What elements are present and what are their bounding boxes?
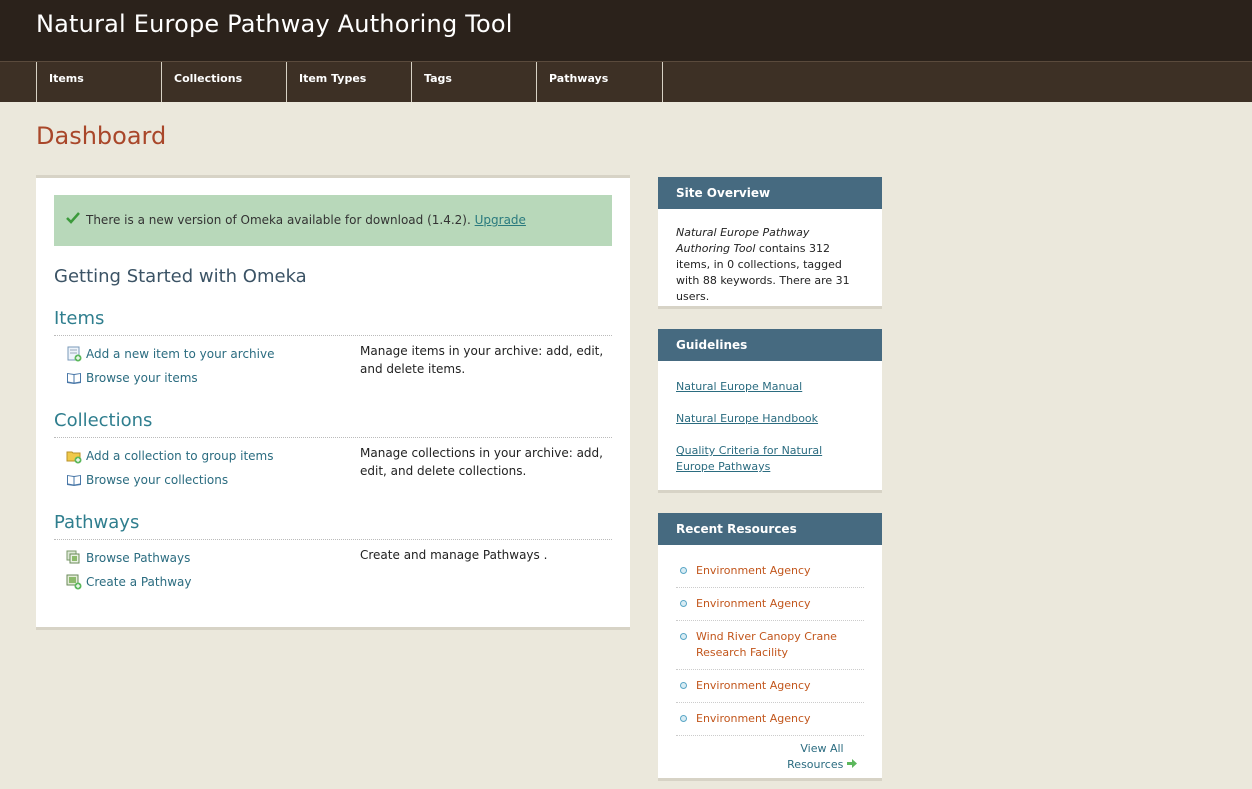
resource-link[interactable]: Environment Agency — [696, 712, 811, 725]
recent-resources-title: Recent Resources — [658, 513, 882, 545]
main-nav: Items Collections Item Types Tags Pathwa… — [0, 61, 1252, 102]
list-item: Wind River Canopy Crane Research Facilit… — [676, 621, 864, 670]
add-item-link[interactable]: Add a new item to your archive — [86, 347, 274, 361]
list-item: Environment Agency — [676, 555, 864, 588]
nav-link-item-types[interactable]: Item Types — [287, 62, 411, 85]
recent-resources-list: Environment Agency Environment Agency Wi… — [658, 555, 882, 736]
nav-link-tags[interactable]: Tags — [412, 62, 536, 85]
bullet-icon — [680, 600, 687, 607]
guideline-link-handbook[interactable]: Natural Europe Handbook — [658, 411, 882, 427]
page-title: Dashboard — [36, 122, 167, 150]
section-collections: Collections Add a collection to group it… — [54, 410, 612, 487]
browse-collections-link[interactable]: Browse your collections — [86, 473, 228, 487]
guideline-link-manual[interactable]: Natural Europe Manual — [658, 379, 882, 395]
book-icon — [66, 472, 82, 488]
bullet-icon — [680, 633, 687, 640]
collections-description: Manage collections in your archive: add,… — [360, 446, 603, 478]
nav-link-items[interactable]: Items — [37, 62, 161, 85]
create-pathway-link[interactable]: Create a Pathway — [86, 575, 192, 589]
browse-pathways-link[interactable]: Browse Pathways — [86, 551, 190, 565]
bullet-icon — [680, 715, 687, 722]
site-overview-text: Natural Europe Pathway Authoring Tool co… — [658, 209, 882, 305]
nav-item-tags[interactable]: Tags — [411, 62, 536, 102]
site-title[interactable]: Natural Europe Pathway Authoring Tool — [36, 10, 513, 38]
nav-item-pathways[interactable]: Pathways — [536, 62, 663, 102]
update-alert: There is a new version of Omeka availabl… — [54, 195, 612, 246]
resource-link[interactable]: Wind River Canopy Crane Research Facilit… — [696, 630, 837, 659]
guidelines-box: Guidelines Natural Europe Manual Natural… — [658, 329, 882, 493]
add-collection-link[interactable]: Add a collection to group items — [86, 449, 274, 463]
nav-item-collections[interactable]: Collections — [161, 62, 286, 102]
resource-link[interactable]: Environment Agency — [696, 597, 811, 610]
add-folder-icon — [66, 448, 82, 464]
pathway-add-icon — [66, 574, 82, 590]
nav-link-pathways[interactable]: Pathways — [537, 62, 662, 85]
add-item-icon — [66, 346, 82, 362]
alert-message: There is a new version of Omeka availabl… — [86, 213, 471, 227]
nav-item-item-types[interactable]: Item Types — [286, 62, 411, 102]
view-all-resources-link[interactable]: View All Resources — [782, 741, 862, 773]
resource-link[interactable]: Environment Agency — [696, 564, 811, 577]
nav-item-items[interactable]: Items — [36, 62, 161, 102]
guidelines-title: Guidelines — [658, 329, 882, 361]
site-overview-box: Site Overview Natural Europe Pathway Aut… — [658, 177, 882, 309]
recent-resources-box: Recent Resources Environment Agency Envi… — [658, 513, 882, 781]
list-item: Environment Agency — [676, 703, 864, 736]
browse-items-link[interactable]: Browse your items — [86, 371, 198, 385]
items-description: Manage items in your archive: add, edit,… — [360, 344, 604, 376]
bullet-icon — [680, 682, 687, 689]
section-title-collections: Collections — [54, 410, 612, 438]
alert-message-wrap: There is a new version of Omeka availabl… — [86, 213, 526, 227]
pathways-description: Create and manage Pathways . — [360, 548, 548, 562]
list-item: Environment Agency — [676, 588, 864, 621]
view-all-label: View All Resources — [787, 742, 844, 771]
header: Natural Europe Pathway Authoring Tool — [0, 0, 1252, 61]
section-items: Items Add a new item to your archive Bro… — [54, 308, 612, 385]
guideline-link-quality-criteria[interactable]: Quality Criteria for Natural Europe Path… — [658, 443, 882, 475]
section-title-items: Items — [54, 308, 612, 336]
arrow-right-icon — [846, 758, 857, 771]
upgrade-link[interactable]: Upgrade — [475, 213, 526, 227]
pathway-browse-icon — [66, 550, 82, 566]
list-item: Environment Agency — [676, 670, 864, 703]
getting-started-heading: Getting Started with Omeka — [54, 266, 307, 287]
resource-link[interactable]: Environment Agency — [696, 679, 811, 692]
section-pathways: Pathways Browse Pathways Create a Pathwa… — [54, 512, 612, 590]
check-icon — [66, 212, 80, 227]
section-title-pathways: Pathways — [54, 512, 612, 540]
nav-link-collections[interactable]: Collections — [162, 62, 286, 85]
book-icon — [66, 370, 82, 386]
site-overview-title: Site Overview — [658, 177, 882, 209]
main-panel: There is a new version of Omeka availabl… — [36, 175, 630, 630]
bullet-icon — [680, 567, 687, 574]
